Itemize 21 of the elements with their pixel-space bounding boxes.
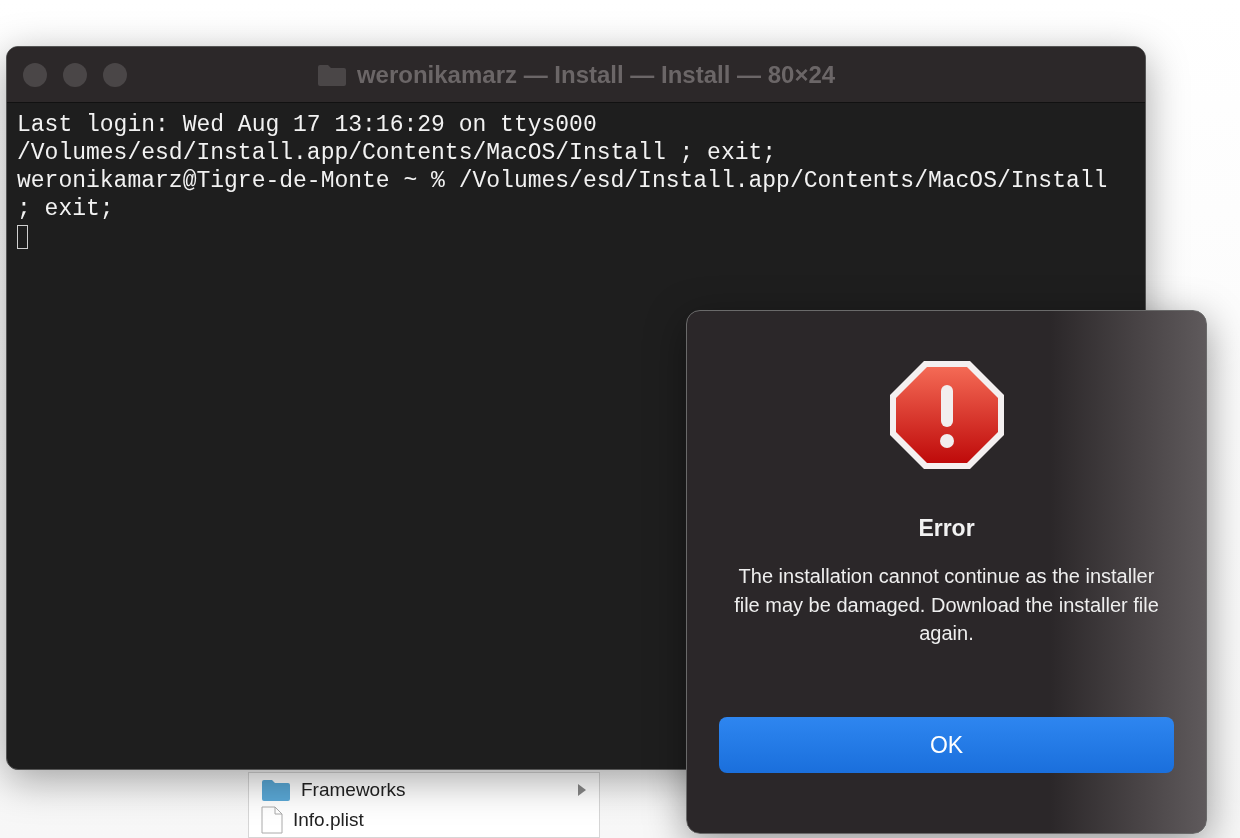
window-title: weronikamarz — Install — Install — 80×24 (356, 60, 836, 89)
ok-button[interactable]: OK (719, 717, 1174, 773)
file-name: Frameworks (301, 779, 407, 801)
terminal-line: ; exit; (17, 195, 115, 223)
terminal-line: /Volumes/esd/Install.app/Contents/MacOS/Install ; exit; (17, 139, 778, 167)
zoom-button[interactable] (103, 62, 127, 87)
dialog-message: The installation cannot continue as the installer file may be damaged. Download the installer file again. (734, 564, 1159, 646)
folder-icon (316, 62, 347, 87)
folder-icon (261, 778, 291, 802)
terminal-line: Last login: Wed Aug 17 13:16:29 on ttys000 (17, 111, 598, 139)
minimize-button[interactable] (63, 62, 87, 87)
file-name: Info.plist (293, 809, 365, 831)
text-cursor (17, 225, 28, 249)
dialog-title: Error (918, 515, 975, 542)
chevron-right-icon (577, 783, 587, 797)
error-icon (887, 359, 1006, 471)
document-icon (261, 806, 283, 834)
file-row[interactable]: Frameworks (249, 775, 599, 805)
close-button[interactable] (23, 62, 47, 87)
file-row[interactable]: Info.plist (249, 805, 599, 835)
terminal-line: weronikamarz@Tigre-de-Monte ~ % /Volumes/esd/Install.app/Contents/MacOS/Install (17, 167, 1109, 195)
